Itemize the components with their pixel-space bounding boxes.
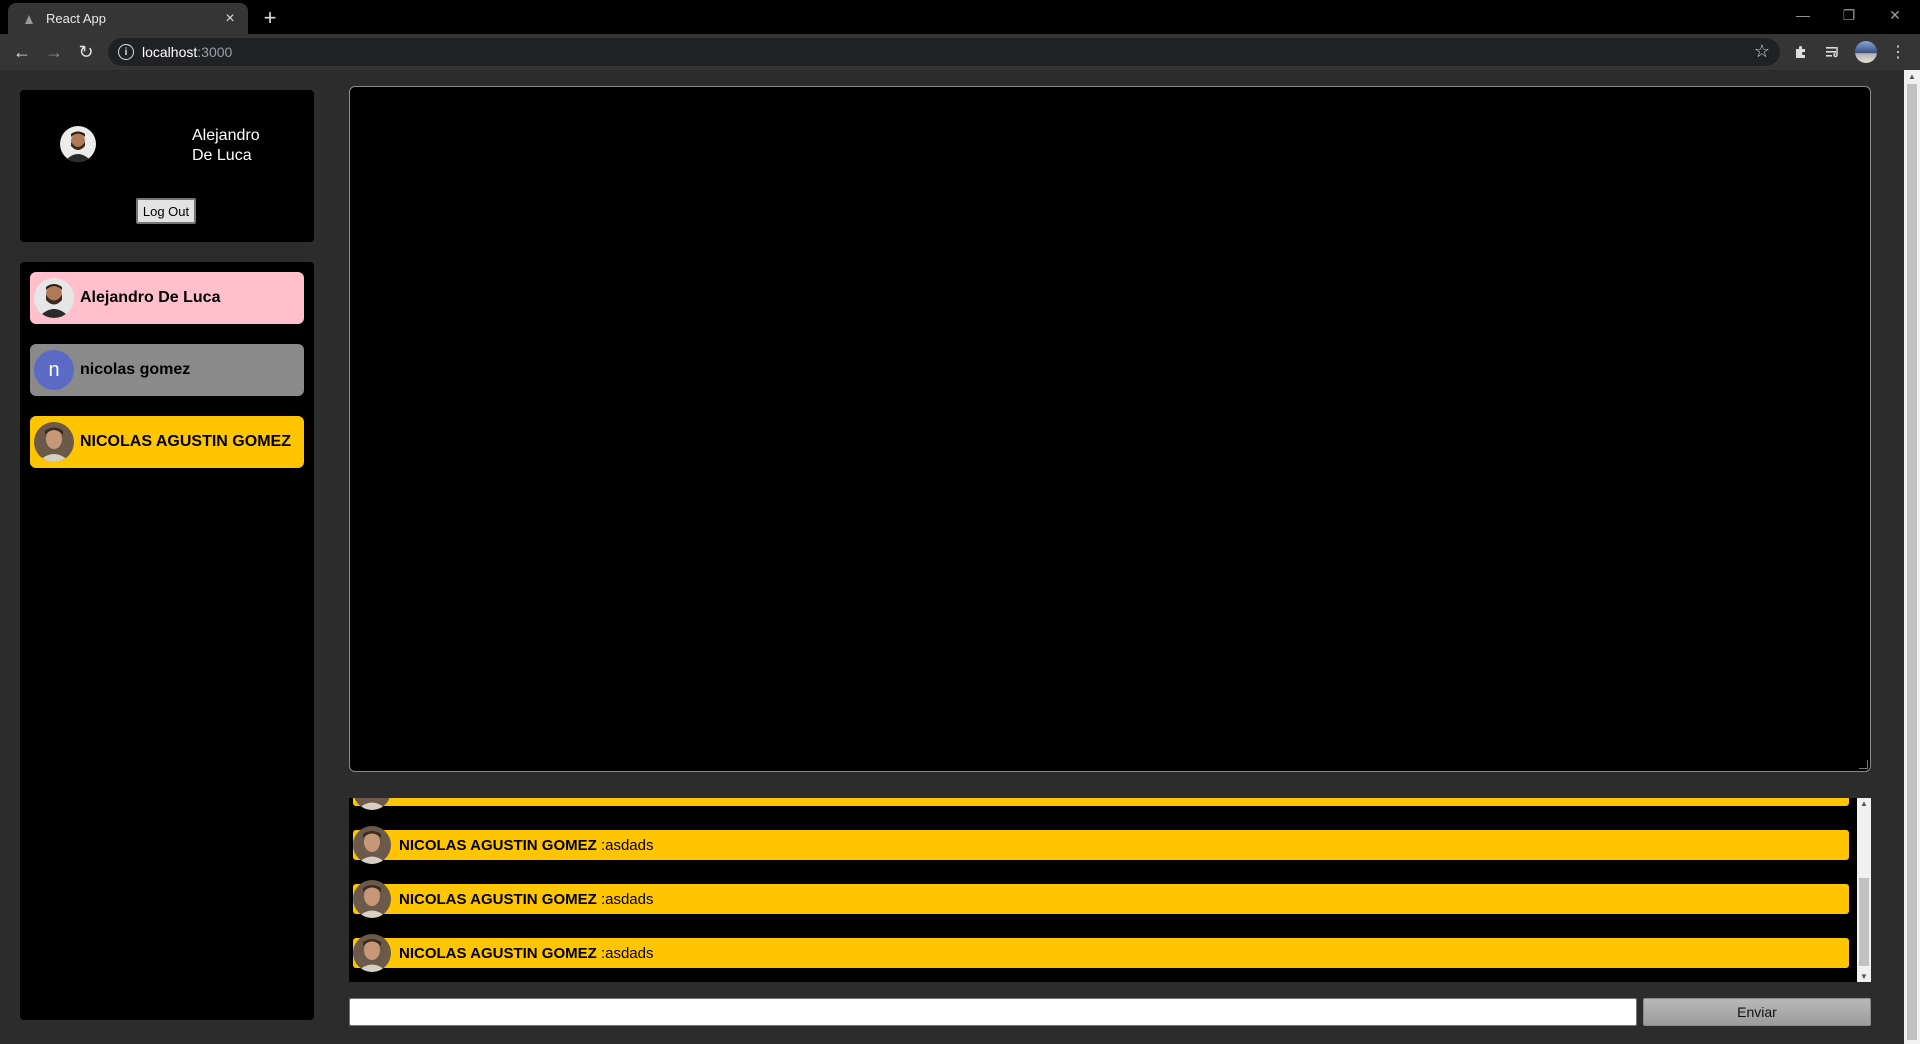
message-text: NICOLAS AGUSTIN GOMEZ :asdads [399, 891, 654, 908]
contact-name: NICOLAS AGUSTIN GOMEZ [80, 433, 291, 450]
message-avatar [353, 826, 391, 864]
back-icon[interactable]: ← [10, 40, 34, 64]
contact-avatar: n [34, 350, 74, 390]
video-stage [349, 86, 1871, 772]
message-item: NICOLAS AGUSTIN GOMEZ :asdads [353, 826, 1849, 864]
info-icon[interactable]: i [118, 44, 134, 60]
messages-list: NICOLAS AGUSTIN GOMEZ :asdads NICOLAS AG… [349, 798, 1871, 982]
new-tab-button[interactable]: + [258, 5, 282, 30]
browser-toolbar: ← → ↻ i localhost:3000 ☆ ⋮ [0, 34, 1920, 70]
contacts-list: Alejandro De Luca n nicolas gomez NICOLA… [20, 262, 314, 1020]
message-text: NICOLAS AGUSTIN GOMEZ :asdads [399, 837, 654, 854]
contact-item-alejandro[interactable]: Alejandro De Luca [30, 272, 304, 324]
message-body: :asdads [600, 836, 654, 854]
menu-icon[interactable]: ⋮ [1887, 41, 1909, 63]
message-body: :asdads [600, 944, 654, 962]
logout-button[interactable]: Log Out [136, 198, 196, 224]
message-input[interactable] [349, 998, 1637, 1026]
user-last-name: De Luca [192, 147, 252, 164]
window-close-icon[interactable]: ✕ [1872, 2, 1918, 28]
restore-icon[interactable]: ❐ [1826, 2, 1872, 28]
page-scrollbar[interactable]: ▲ [1904, 70, 1920, 1044]
page-viewport: Alejandro De Luca Log Out Alejandro De L… [0, 70, 1904, 1044]
extensions-icon[interactable] [1790, 41, 1812, 63]
contact-item-nicolas-agustin-gomez[interactable]: NICOLAS AGUSTIN GOMEZ [30, 416, 304, 468]
profile-icon[interactable] [1855, 41, 1877, 63]
message-item: NICOLAS AGUSTIN GOMEZ :asdads [353, 934, 1849, 972]
message-item-partial [353, 798, 1849, 810]
user-first-name: Alejandro [192, 127, 260, 144]
reload-icon[interactable]: ↻ [74, 40, 98, 64]
page-scroll-up-icon[interactable]: ▲ [1908, 72, 1916, 81]
message-author: NICOLAS AGUSTIN GOMEZ [399, 944, 597, 962]
minimize-icon[interactable]: — [1780, 2, 1826, 28]
react-favicon-icon [22, 12, 36, 26]
contact-avatar [34, 422, 74, 462]
message-item: NICOLAS AGUSTIN GOMEZ :asdads [353, 880, 1849, 918]
browser-tab[interactable]: React App × [8, 3, 248, 34]
message-avatar [353, 880, 391, 918]
messages-scrollbar[interactable]: ▲ ▼ [1857, 798, 1871, 982]
scroll-down-icon[interactable]: ▼ [1860, 972, 1868, 981]
bookmark-star-icon[interactable]: ☆ [1754, 41, 1770, 62]
contact-avatar [34, 278, 74, 318]
tab-title: React App [46, 11, 106, 26]
send-button[interactable]: Enviar [1643, 998, 1871, 1026]
message-author: NICOLAS AGUSTIN GOMEZ [399, 890, 597, 908]
forward-icon[interactable]: → [42, 40, 66, 64]
page-scrollbar-thumb[interactable] [1907, 84, 1917, 1040]
reading-list-icon[interactable] [1822, 41, 1844, 63]
message-author: NICOLAS AGUSTIN GOMEZ [399, 836, 597, 854]
contact-name: Alejandro De Luca [80, 289, 221, 306]
browser-tab-bar: React App × + — ❐ ✕ [0, 0, 1920, 34]
url-port: :3000 [197, 44, 233, 60]
contact-item-nicolas-gomez[interactable]: n nicolas gomez [30, 344, 304, 396]
message-text: NICOLAS AGUSTIN GOMEZ :asdads [399, 945, 654, 962]
user-avatar [60, 126, 96, 162]
address-bar[interactable]: i localhost:3000 ☆ [108, 38, 1780, 66]
message-avatar [353, 798, 391, 810]
messages-scrollbar-thumb[interactable] [1859, 878, 1869, 966]
url-text: localhost:3000 [142, 44, 232, 60]
scroll-up-icon[interactable]: ▲ [1860, 799, 1868, 808]
user-name: Alejandro De Luca [192, 126, 292, 166]
url-host: localhost [142, 44, 198, 60]
close-tab-icon[interactable]: × [220, 9, 240, 29]
contact-name: nicolas gomez [80, 361, 191, 378]
current-user-card: Alejandro De Luca Log Out [20, 90, 314, 242]
resize-handle-icon[interactable] [1859, 760, 1868, 769]
message-avatar [353, 934, 391, 972]
message-body: :asdads [600, 890, 654, 908]
